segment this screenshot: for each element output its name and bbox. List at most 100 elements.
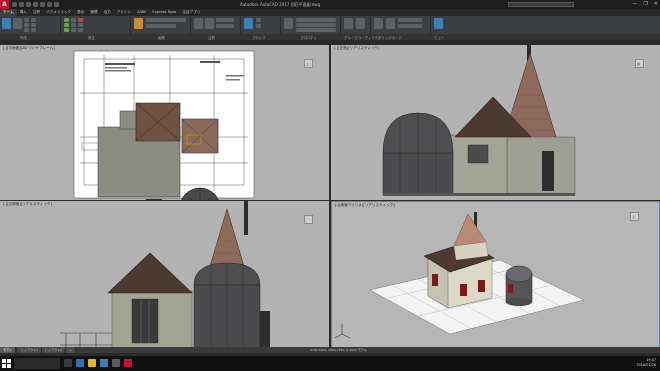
panel-title-view[interactable]: ビュー — [434, 35, 444, 40]
fillet-tool-icon[interactable] — [78, 23, 83, 27]
save-icon[interactable] — [26, 2, 31, 7]
move-tool-icon[interactable] — [64, 18, 69, 22]
visual-style-dropdown[interactable] — [398, 24, 422, 28]
workspace-icon[interactable] — [434, 18, 443, 29]
maximize-button[interactable]: ❐ — [643, 1, 647, 7]
group-icon[interactable] — [344, 18, 353, 29]
save-as-icon[interactable] — [33, 2, 38, 7]
explorer-icon[interactable] — [88, 359, 96, 367]
panel-title-groups[interactable]: グループ — [344, 35, 357, 40]
rotate-tool-icon[interactable] — [71, 18, 76, 22]
match-properties-icon[interactable] — [284, 18, 293, 29]
leader-dropdown[interactable] — [216, 18, 234, 22]
search-input[interactable] — [508, 2, 574, 7]
tab-insert[interactable]: 挿入 — [17, 9, 30, 16]
tab-home[interactable]: ホーム — [0, 9, 17, 16]
tab-parametric[interactable]: パラメトリック — [43, 9, 74, 16]
mirror-tool-icon[interactable] — [71, 23, 76, 27]
panel-title-block[interactable]: ブロック — [252, 35, 266, 40]
ribbon-panel-titles: 作成 修正 画層 注釈 ブロック プロパティ グループ ユーティリティ クリップ… — [0, 34, 660, 40]
tab-express-tools[interactable]: Express Tools — [149, 9, 179, 16]
autocad-taskbar-icon[interactable] — [124, 359, 132, 367]
open-icon[interactable] — [19, 2, 24, 7]
windows-taskbar: 19:47 2018/01/26 — [0, 356, 660, 371]
polyline-tool-icon[interactable] — [13, 18, 22, 29]
tab-addins[interactable]: アドイン — [114, 9, 134, 16]
rectangle-tool-icon[interactable] — [24, 28, 29, 32]
paste-icon[interactable] — [374, 18, 383, 29]
copy-tool-icon[interactable] — [64, 23, 69, 27]
line-tool-icon[interactable] — [2, 18, 11, 29]
viewport-bottom-left[interactable]: [-][左側面][リアリスティック] — [0, 201, 329, 351]
stretch-tool-icon[interactable] — [64, 28, 69, 32]
start-icon[interactable] — [2, 359, 11, 368]
color-dropdown[interactable] — [296, 18, 336, 22]
close-button[interactable]: ✕ — [654, 1, 658, 7]
viewcube[interactable]: 前 — [635, 59, 644, 68]
minimize-button[interactable]: — — [632, 1, 637, 7]
front-elevation-drawing — [382, 45, 576, 196]
measure-icon[interactable] — [356, 18, 365, 29]
redo-icon[interactable] — [54, 2, 59, 7]
mail-icon[interactable] — [112, 359, 120, 367]
side-elevation-drawing — [60, 201, 270, 350]
layer-tools[interactable] — [146, 24, 176, 28]
taskbar-search[interactable] — [14, 358, 60, 369]
viewcube[interactable]: 上 — [630, 212, 639, 221]
lineweight-dropdown[interactable] — [296, 28, 336, 32]
circle-tool-icon[interactable] — [24, 18, 29, 22]
autocad-logo-button[interactable]: A — [0, 0, 9, 9]
tab-annotate[interactable]: 注釈 — [30, 9, 43, 16]
undo-icon[interactable] — [47, 2, 52, 7]
viewport-top-right[interactable]: [-][正面][リアリスティック] 前 — [331, 45, 660, 200]
layer-properties-icon[interactable] — [134, 18, 143, 29]
panel-title-draw[interactable]: 作成 — [20, 35, 27, 40]
viewcube[interactable] — [304, 215, 313, 224]
new-icon[interactable] — [12, 2, 17, 7]
linetype-dropdown[interactable] — [296, 23, 336, 27]
task-view-icon[interactable] — [64, 359, 72, 367]
panel-title-modify[interactable]: 修正 — [88, 35, 95, 40]
tab-model[interactable]: モデル — [0, 347, 17, 353]
viewport-bottom-right[interactable]: [-][南東アイソメ][リアリスティック] 上 — [331, 201, 660, 351]
create-block-icon[interactable] — [256, 18, 261, 22]
coordinate-readout: 2765.3160, 2960.7350, 0.0000 モデル — [310, 348, 367, 352]
array-tool-icon[interactable] — [78, 28, 83, 32]
text-tool-icon[interactable] — [194, 18, 203, 29]
panel-title-annotation[interactable]: 注釈 — [208, 35, 215, 40]
add-layout-button[interactable]: + — [66, 347, 76, 353]
spline-tool-icon[interactable] — [31, 28, 36, 32]
panel-title-layers[interactable]: 画層 — [158, 35, 165, 40]
scale-tool-icon[interactable] — [71, 28, 76, 32]
tab-output[interactable]: 出力 — [101, 9, 114, 16]
edit-block-icon[interactable] — [256, 24, 261, 28]
ellipse-tool-icon[interactable] — [31, 23, 36, 27]
hatch-tool-icon[interactable] — [31, 18, 36, 22]
clock-date[interactable]: 2018/01/26 — [636, 363, 656, 368]
panel-title-properties[interactable]: プロパティ — [300, 35, 317, 40]
viewcube-top-label: 上 — [632, 215, 636, 219]
layer-dropdown[interactable] — [146, 18, 186, 22]
edge-icon[interactable] — [76, 359, 84, 367]
tab-layout2[interactable]: レイアウト2 — [42, 347, 66, 353]
store-icon[interactable] — [100, 359, 108, 367]
window-title: Autodesk AutoCAD 2017 別荘平面図.dwg — [240, 2, 321, 7]
viewcube[interactable]: 上 — [304, 59, 313, 68]
viewcube-front-label: 前 — [637, 62, 641, 66]
tab-featured-apps[interactable]: 注目アプリ — [179, 9, 203, 16]
plot-icon[interactable] — [40, 2, 45, 7]
tab-view[interactable]: 表示 — [74, 9, 87, 16]
trim-tool-icon[interactable] — [78, 18, 83, 22]
insert-block-icon[interactable] — [244, 18, 253, 29]
tab-a360[interactable]: A360 — [134, 9, 149, 16]
panel-title-clipboard[interactable]: クリップボード — [378, 35, 402, 40]
table-dropdown[interactable] — [216, 24, 234, 28]
viewport-top-left[interactable]: [-][平面図][2D ワイヤフレーム] 上 — [0, 45, 329, 200]
ribbon: 作成 修正 画層 注釈 ブロック プロパティ グループ ユーティリティ クリップ… — [0, 16, 660, 40]
tab-layout1[interactable]: レイアウト1 — [18, 347, 42, 353]
arc-tool-icon[interactable] — [24, 23, 29, 27]
dimension-tool-icon[interactable] — [205, 18, 214, 29]
view-dropdown[interactable] — [398, 18, 422, 22]
tab-manage[interactable]: 管理 — [87, 9, 100, 16]
base-view-icon[interactable] — [386, 18, 395, 29]
